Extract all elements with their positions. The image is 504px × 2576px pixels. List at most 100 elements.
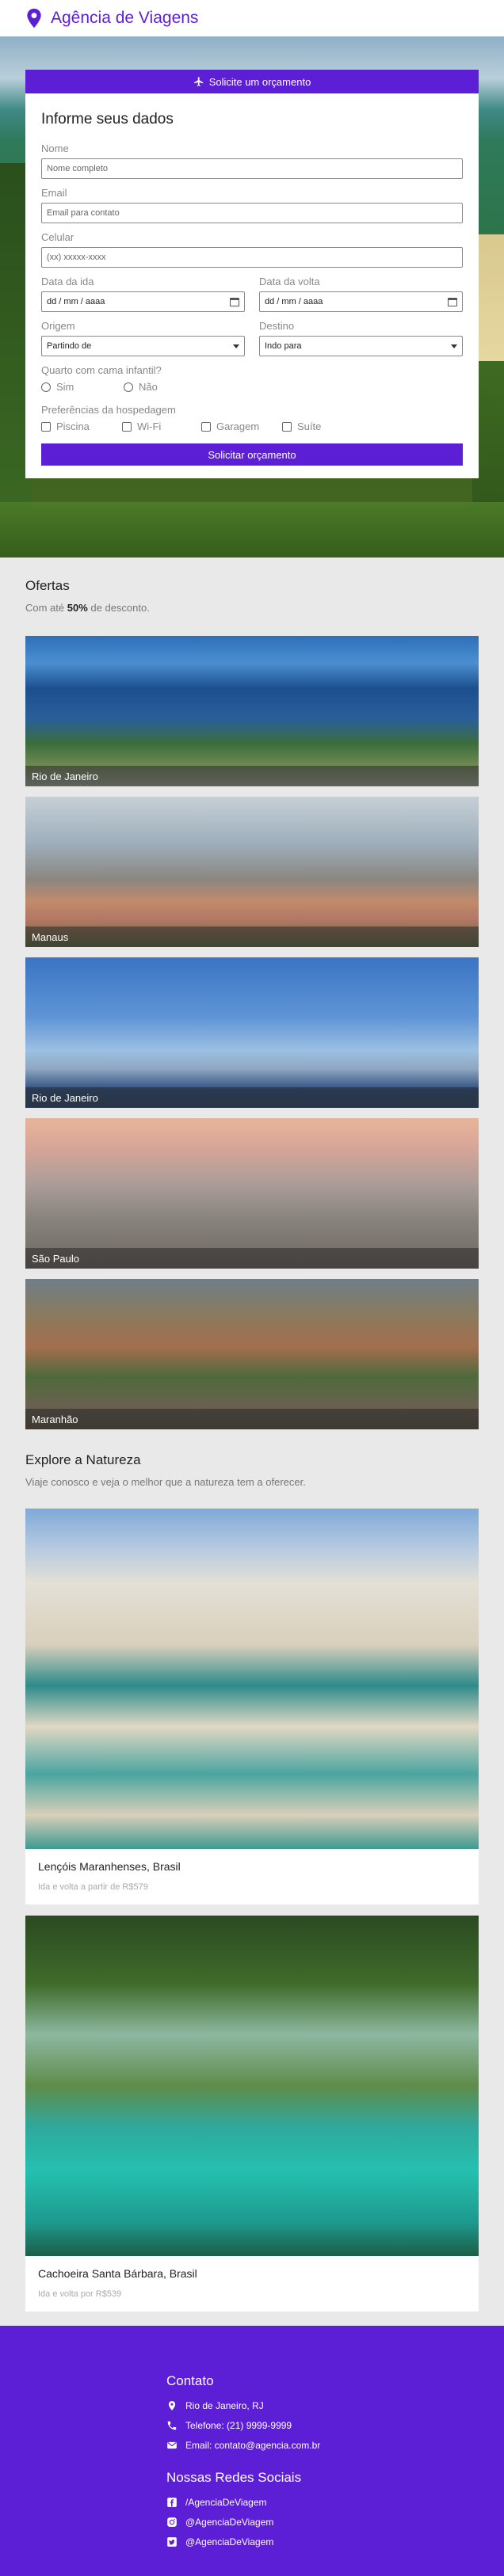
offer-caption: Rio de Janeiro — [25, 766, 479, 786]
offer-card[interactable]: Rio de Janeiro — [25, 957, 479, 1108]
destination-select[interactable]: Indo para — [259, 336, 463, 356]
pref-suite-option[interactable]: Suíte — [282, 420, 321, 432]
quote-form-card: Solicite um orçamento Informe seus dados… — [25, 70, 479, 478]
pref-wifi-checkbox[interactable] — [122, 421, 132, 432]
nature-card-price: Ida e volta a partir de R$579 — [38, 1882, 148, 1892]
offers-subtitle: Com até 50% de desconto. — [25, 602, 479, 614]
pref-garage-label: Garagem — [216, 420, 260, 432]
departure-date-label: Data da ida — [41, 276, 94, 287]
nature-card-price: Ida e volta por R$539 — [38, 2289, 122, 2299]
quote-banner-label: Solicite um orçamento — [208, 75, 311, 88]
destination-label: Destino — [259, 320, 295, 332]
phone-icon — [167, 2421, 177, 2430]
top-navbar: Agência de Viagens — [0, 0, 504, 36]
return-date-input[interactable]: dd / mm / aaaa — [259, 291, 463, 312]
destination-value: Indo para — [265, 341, 302, 351]
offer-caption: São Paulo — [25, 1248, 479, 1269]
contact-address: Rio de Janeiro, RJ — [166, 2400, 504, 2411]
origin-label: Origem — [41, 320, 75, 332]
return-date-label: Data da volta — [259, 276, 320, 287]
chevron-down-icon — [451, 344, 457, 348]
pref-garage-checkbox[interactable] — [201, 421, 211, 432]
departure-date-input[interactable]: dd / mm / aaaa — [41, 291, 245, 312]
crib-yes-label: Sim — [56, 381, 74, 393]
origin-value: Partindo de — [47, 341, 92, 351]
social-title: Nossas Redes Sociais — [166, 2470, 302, 2485]
pref-suite-label: Suíte — [297, 420, 322, 432]
hero-background-foliage — [0, 502, 504, 557]
twitter-handle[interactable]: @AgenciaDeViagem — [185, 2536, 273, 2547]
nature-subtitle: Viaje conosco e veja o melhor que a natu… — [25, 1476, 306, 1488]
location-icon — [168, 2401, 176, 2410]
facebook-handle[interactable]: /AgenciaDeViagem — [185, 2497, 267, 2508]
name-input[interactable]: Nome completo — [41, 158, 463, 179]
crib-options: Sim Não — [41, 381, 463, 393]
social-facebook[interactable]: /AgenciaDeViagem — [166, 2497, 504, 2508]
offers-subtitle-suffix: de desconto. — [87, 602, 150, 614]
footer: Contato Rio de Janeiro, RJ Telefone: (21… — [0, 2326, 504, 2576]
mail-icon — [167, 2441, 177, 2449]
origin-select[interactable]: Partindo de — [41, 336, 245, 356]
nature-section: Explore a Natureza Viaje conosco e veja … — [0, 1440, 504, 2312]
email-label: Email — [41, 187, 67, 199]
offers-subtitle-prefix: Com até — [25, 602, 67, 614]
brand-name[interactable]: Agência de Viagens — [51, 9, 198, 28]
contact-phone: Telefone: (21) 9999-9999 — [166, 2420, 504, 2431]
map-pin-icon — [27, 8, 41, 29]
chevron-down-icon — [233, 344, 239, 348]
phone-input[interactable]: (xx) xxxxx-xxxx — [41, 247, 463, 268]
email-placeholder: Email para contato — [47, 208, 120, 218]
pref-garage-option[interactable]: Garagem — [201, 420, 282, 432]
instagram-icon — [167, 2517, 177, 2527]
nature-card-title: Cachoeira Santa Bárbara, Brasil — [38, 2267, 197, 2280]
return-date-placeholder: dd / mm / aaaa — [265, 297, 323, 306]
nature-card[interactable]: Cachoeira Santa Bárbara, Brasil Ida e vo… — [25, 1916, 479, 2312]
crib-yes-radio[interactable] — [41, 382, 51, 392]
phone-placeholder: (xx) xxxxx-xxxx — [47, 253, 106, 262]
offer-card[interactable]: São Paulo — [25, 1118, 479, 1269]
instagram-handle[interactable]: @AgenciaDeViagem — [185, 2517, 273, 2528]
pref-wifi-option[interactable]: Wi-Fi — [122, 420, 201, 432]
nature-card-title: Lençóis Maranhenses, Brasil — [38, 1860, 181, 1873]
pref-pool-option[interactable]: Piscina — [41, 420, 122, 432]
social-instagram[interactable]: @AgenciaDeViagem — [166, 2517, 504, 2528]
crib-no-option[interactable]: Não — [124, 381, 158, 393]
airplane-icon — [193, 77, 203, 86]
crib-no-radio[interactable] — [124, 382, 133, 392]
pref-pool-checkbox[interactable] — [41, 421, 51, 432]
quote-banner: Solicite um orçamento — [25, 70, 479, 93]
hero-section: Solicite um orçamento Informe seus dados… — [0, 36, 504, 557]
offer-card[interactable]: Manaus — [25, 797, 479, 947]
offer-card[interactable]: Maranhão — [25, 1279, 479, 1429]
name-label: Nome — [41, 143, 69, 154]
preferences-options: Piscina Wi-Fi Garagem Suíte — [41, 420, 463, 432]
phone-label: Celular — [41, 231, 74, 243]
contact-address-text: Rio de Janeiro, RJ — [185, 2400, 264, 2411]
pref-suite-checkbox[interactable] — [282, 421, 292, 432]
name-placeholder: Nome completo — [47, 164, 109, 173]
submit-quote-button[interactable]: Solicitar orçamento — [41, 443, 463, 466]
contact-email: Email: contato@agencia.com.br — [166, 2440, 504, 2451]
nature-card[interactable]: Lençóis Maranhenses, Brasil Ida e volta … — [25, 1509, 479, 1904]
departure-date-placeholder: dd / mm / aaaa — [47, 297, 105, 306]
offer-caption: Maranhão — [25, 1409, 479, 1429]
social-twitter[interactable]: @AgenciaDeViagem — [166, 2536, 504, 2547]
crib-no-label: Não — [139, 381, 158, 393]
contact-phone-text[interactable]: Telefone: (21) 9999-9999 — [185, 2420, 292, 2431]
calendar-icon[interactable] — [448, 297, 457, 306]
preferences-label: Preferências da hospedagem — [41, 404, 176, 416]
nature-title: Explore a Natureza — [25, 1452, 141, 1467]
crib-yes-option[interactable]: Sim — [41, 381, 124, 393]
offer-caption: Manaus — [25, 927, 479, 947]
calendar-icon[interactable] — [230, 297, 239, 306]
offers-section: Ofertas Com até 50% de desconto. Rio de … — [0, 557, 504, 1429]
contact-email-text[interactable]: Email: contato@agencia.com.br — [185, 2440, 320, 2451]
facebook-icon — [167, 2498, 177, 2507]
nature-card-image — [25, 1916, 479, 2256]
email-input[interactable]: Email para contato — [41, 203, 463, 223]
form-title: Informe seus dados — [41, 111, 174, 127]
nature-card-image — [25, 1509, 479, 1849]
offer-card[interactable]: Rio de Janeiro — [25, 636, 479, 786]
offer-caption: Rio de Janeiro — [25, 1087, 479, 1108]
twitter-icon — [167, 2537, 177, 2547]
